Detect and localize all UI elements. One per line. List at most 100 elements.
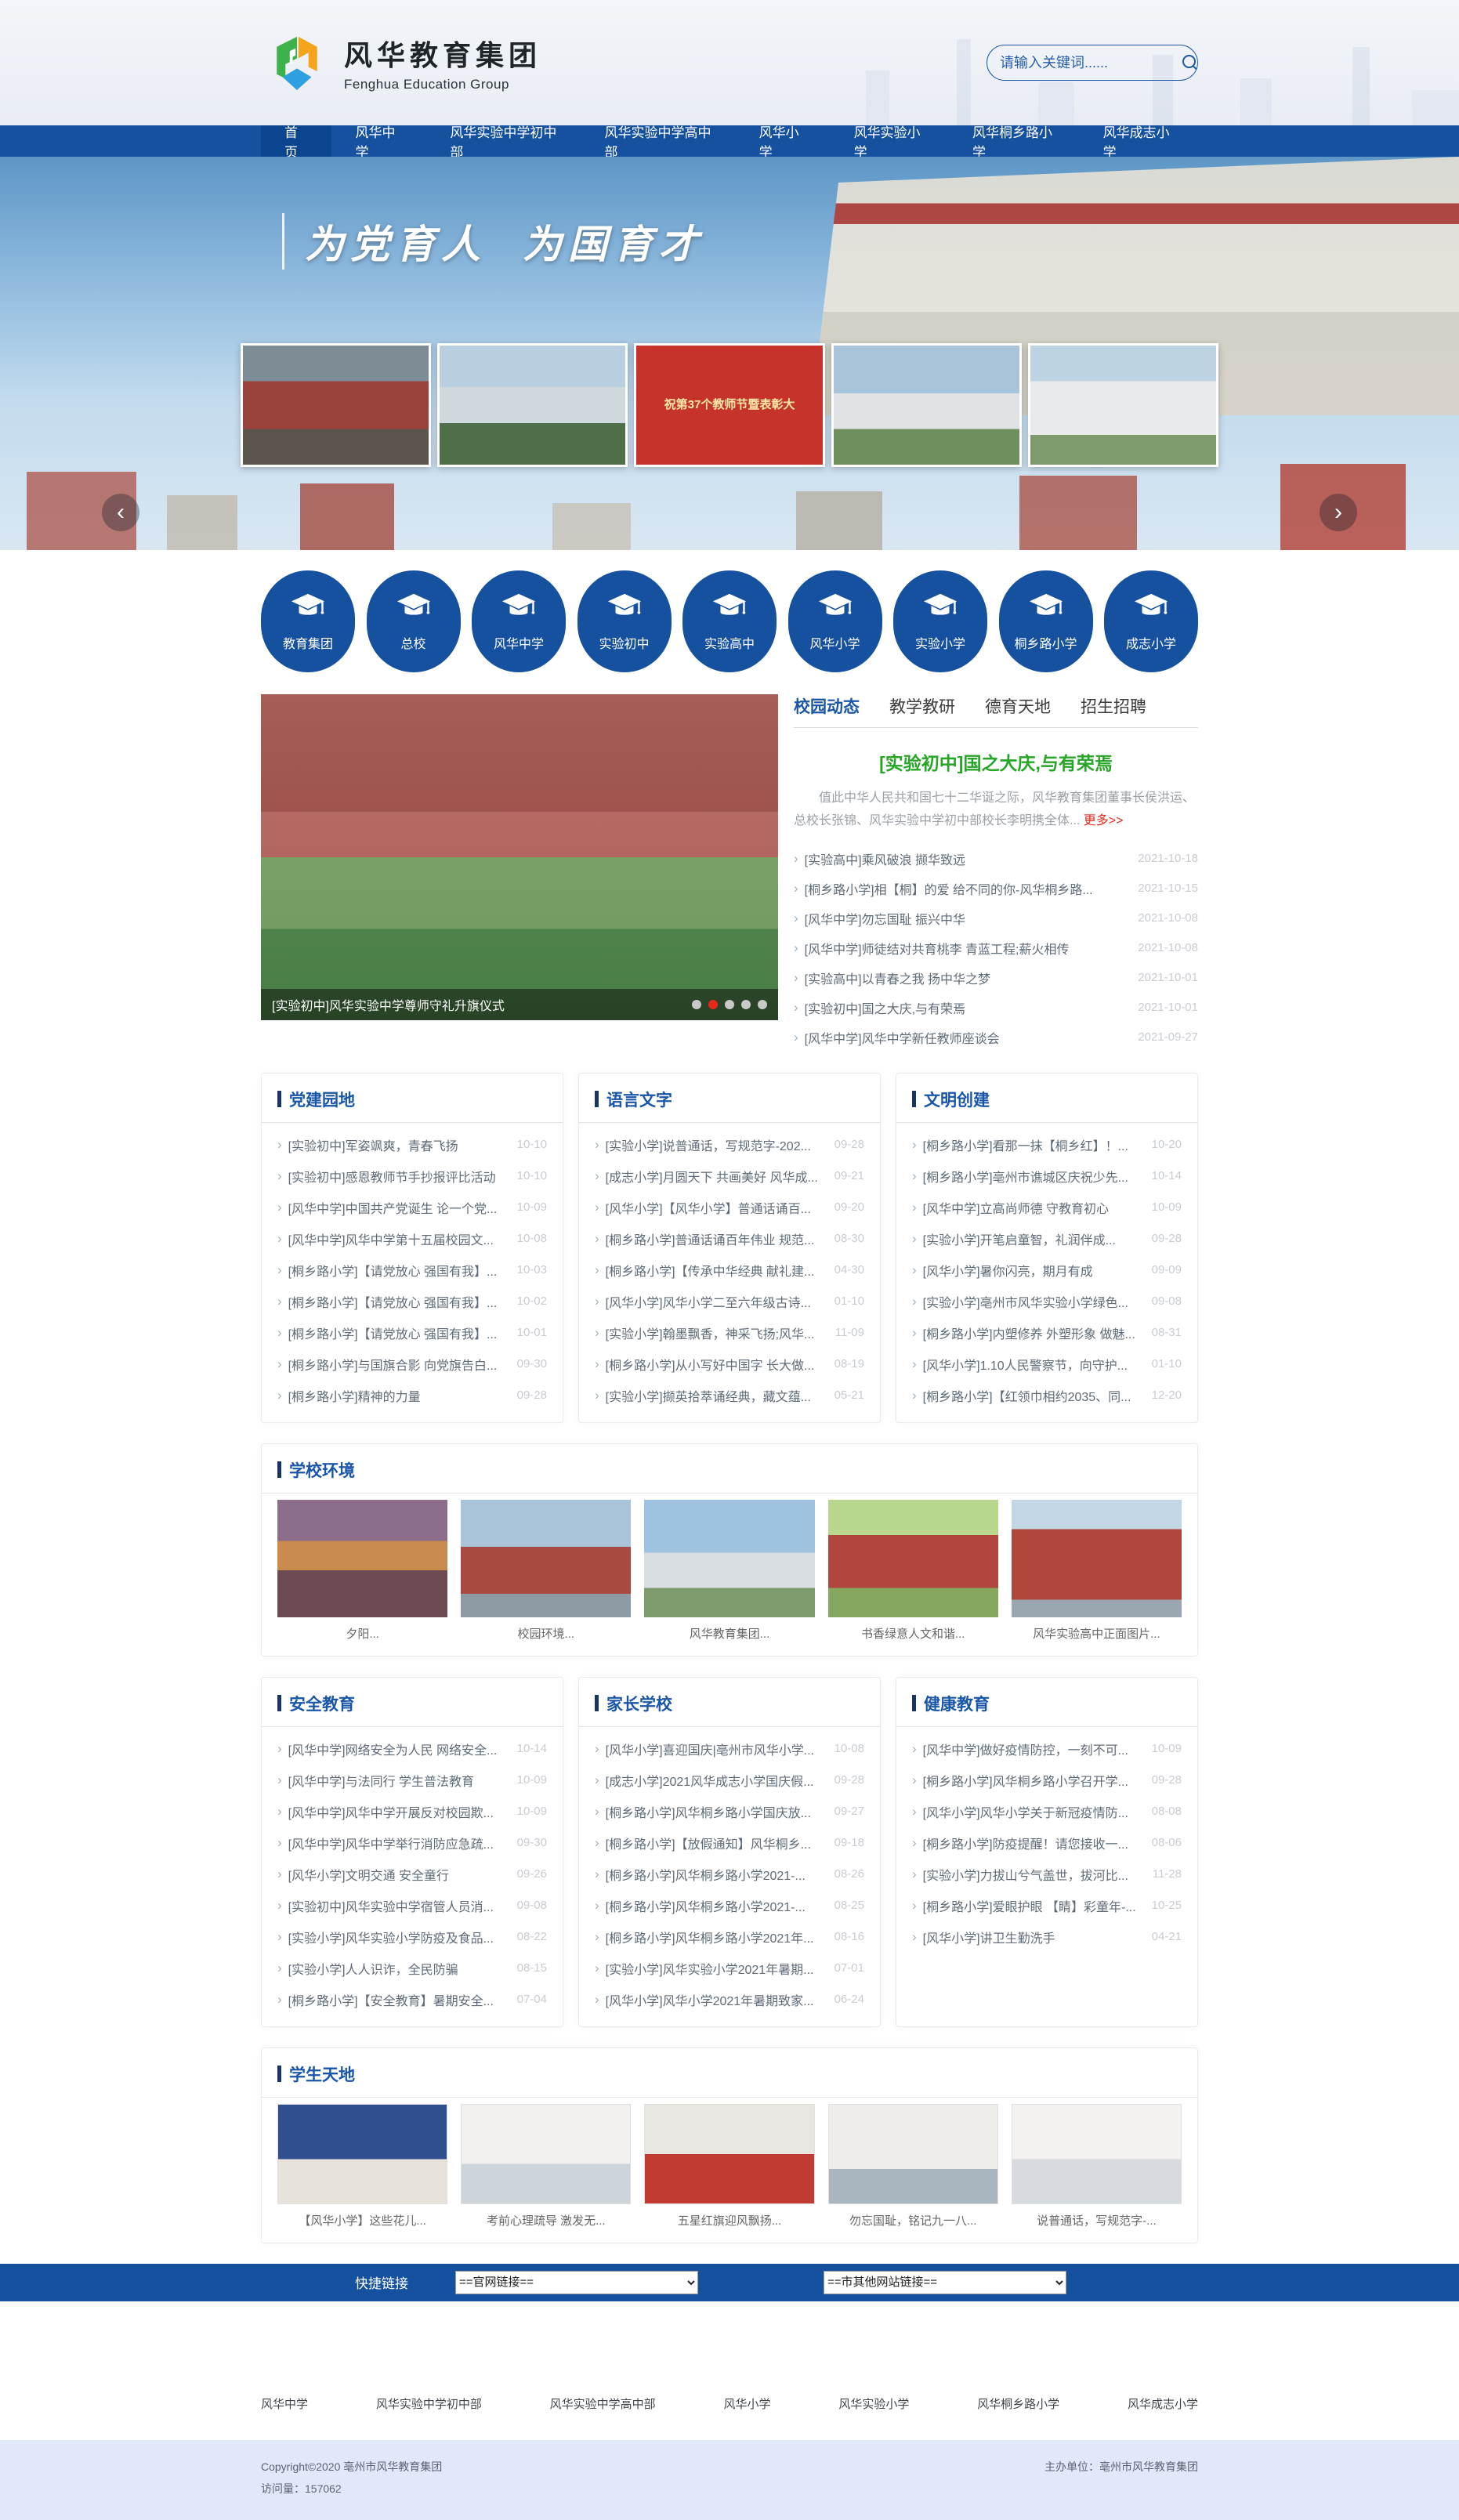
news-tab[interactable]: 校园动态 (794, 694, 860, 718)
school-circle-link[interactable]: 风华小学 (788, 570, 882, 672)
official-links-select[interactable]: ==官网链接== (455, 2271, 698, 2294)
board-list-item[interactable]: › [风华中学]风华中学举行消防应急疏... 09-30 (277, 1827, 547, 1859)
board-list-item[interactable]: › [实验小学]亳州市风华实验小学绿色... 09-08 (912, 1286, 1182, 1317)
board-list-item[interactable]: › [桐乡路小学]普通话诵百年伟业 规范... 08-30 (595, 1223, 864, 1255)
board-list-item[interactable]: › [桐乡路小学]风华桐乡路小学召开学... 09-28 (912, 1765, 1182, 1796)
board-list-item[interactable]: › [风华中学]风华中学第十五届校园文... 10-08 (277, 1223, 547, 1255)
student-photo-item[interactable]: 勿忘国耻，铭记九一八... (828, 2104, 998, 2229)
nav-item[interactable]: 风华实验小学 (831, 125, 949, 157)
news-list-item[interactable]: › [风华中学]勿忘国耻 振兴中华 2021-10-08 (794, 903, 1198, 933)
board-list-item[interactable]: › [实验小学]开笔启童智，礼润伴成... 09-28 (912, 1223, 1182, 1255)
board-list-item[interactable]: › [风华中学]中国共产党诞生 论一个党... 10-09 (277, 1192, 547, 1223)
school-circle-link[interactable]: 实验小学 (893, 570, 987, 672)
news-list-item[interactable]: › [实验高中]乘风破浪 撷华致远 2021-10-18 (794, 844, 1198, 874)
board-list-item[interactable]: › [桐乡路小学]与国旗合影 向党旗告白... 09-30 (277, 1349, 547, 1380)
board-list-item[interactable]: › [风华中学]网络安全为人民 网络安全... 10-14 (277, 1733, 547, 1765)
footer-school-link[interactable]: 风华桐乡路小学 (977, 2395, 1059, 2412)
board-list-item[interactable]: › [桐乡路小学]【请党放心 强国有我】... 10-03 (277, 1255, 547, 1286)
board-list-item[interactable]: › [桐乡路小学]风华桐乡路小学国庆放... 09-27 (595, 1796, 864, 1827)
footer-school-link[interactable]: 风华成志小学 (1128, 2395, 1198, 2412)
board-list-item[interactable]: › [成志小学]2021风华成志小学国庆假... 09-28 (595, 1765, 864, 1796)
school-circle-link[interactable]: 桐乡路小学 (999, 570, 1093, 672)
carousel-dot[interactable] (758, 1000, 767, 1009)
board-list-item[interactable]: › [桐乡路小学]风华桐乡路小学2021-... 08-26 (595, 1859, 864, 1890)
board-list-item[interactable]: › [实验小学]力拔山兮气盖世，拔河比... 11-28 (912, 1859, 1182, 1890)
carousel-thumbnail[interactable] (831, 343, 1022, 467)
board-list-item[interactable]: › [风华中学]与法同行 学生普法教育 10-09 (277, 1765, 547, 1796)
news-tab[interactable]: 招生招聘 (1081, 694, 1146, 718)
footer-school-link[interactable]: 风华实验小学 (838, 2395, 909, 2412)
board-list-item[interactable]: › [实验小学]人人识诈，全民防骗 08-15 (277, 1953, 547, 1984)
board-list-item[interactable]: › [桐乡路小学]爱眼护眼 【睛】彩童年-... 10-25 (912, 1890, 1182, 1921)
board-list-item[interactable]: › [桐乡路小学]【传承中华经典 献礼建... 04-30 (595, 1255, 864, 1286)
school-circle-link[interactable]: 实验高中 (682, 570, 777, 672)
board-list-item[interactable]: › [实验小学]风华实验小学2021年暑期... 07-01 (595, 1953, 864, 1984)
carousel-dot-active[interactable] (708, 1000, 718, 1009)
news-tab[interactable]: 德育天地 (985, 694, 1051, 718)
news-photo-carousel[interactable]: [实验初中]风华实验中学尊师守礼升旗仪式 (261, 694, 778, 1020)
board-list-item[interactable]: › [风华小学]讲卫生勤洗手 04-21 (912, 1921, 1182, 1953)
nav-item[interactable]: 风华成志小学 (1080, 125, 1198, 157)
student-photo-item[interactable]: 说普通话，写规范字-... (1012, 2104, 1182, 2229)
nav-item[interactable]: 风华中学 (331, 125, 426, 157)
student-photo-item[interactable]: 五星红旗迎风飘扬... (644, 2104, 814, 2229)
board-list-item[interactable]: › [桐乡路小学]【放假通知】风华桐乡... 09-18 (595, 1827, 864, 1859)
school-circle-link[interactable]: 教育集团 (261, 570, 355, 672)
carousel-prev-arrow-icon[interactable]: ‹ (102, 494, 139, 531)
board-list-item[interactable]: › [桐乡路小学]【请党放心 强国有我】... 10-01 (277, 1317, 547, 1349)
board-list-item[interactable]: › [风华中学]风华中学开展反对校园欺... 10-09 (277, 1796, 547, 1827)
environment-photo-item[interactable]: 风华实验高中正面图片... (1012, 1500, 1182, 1642)
board-list-item[interactable]: › [风华中学]做好疫情防控，一刻不可... 10-09 (912, 1733, 1182, 1765)
board-list-item[interactable]: › [桐乡路小学]【请党放心 强国有我】... 10-02 (277, 1286, 547, 1317)
board-list-item[interactable]: › [风华小学]文明交通 安全童行 09-26 (277, 1859, 547, 1890)
board-list-item[interactable]: › [桐乡路小学]风华桐乡路小学2021-... 08-25 (595, 1890, 864, 1921)
search-icon[interactable] (1182, 54, 1185, 71)
board-list-item[interactable]: › [风华中学]立高尚师德 守教育初心 10-09 (912, 1192, 1182, 1223)
environment-photo-item[interactable]: 风华教育集团... (644, 1500, 814, 1642)
footer-school-link[interactable]: 风华小学 (723, 2395, 770, 2412)
footer-school-link[interactable]: 风华实验中学初中部 (376, 2395, 482, 2412)
news-list-item[interactable]: › [风华中学]师徒结对共育桃李 青蓝工程;薪火相传 2021-10-08 (794, 933, 1198, 963)
board-list-item[interactable]: › [实验小学]说普通话，写规范字-202... 09-28 (595, 1129, 864, 1160)
news-tab[interactable]: 教学教研 (889, 694, 955, 718)
news-list-item[interactable]: › [实验高中]以青春之我 扬中华之梦 2021-10-01 (794, 963, 1198, 993)
site-logo[interactable]: 风华教育集团 Fenghua Education Group (261, 27, 541, 99)
board-list-item[interactable]: › [实验小学]翰墨飘香，神采飞扬;风华... 11-09 (595, 1317, 864, 1349)
board-list-item[interactable]: › [桐乡路小学]防疫提醒！请您接收一... 08-06 (912, 1827, 1182, 1859)
nav-item[interactable]: 风华小学 (736, 125, 831, 157)
board-list-item[interactable]: › [实验小学]撷英拾萃诵经典，藏文蕴... 05-21 (595, 1380, 864, 1411)
board-list-item[interactable]: › [桐乡路小学]从小写好中国字 长大做... 08-19 (595, 1349, 864, 1380)
carousel-dot[interactable] (725, 1000, 734, 1009)
board-list-item[interactable]: › [风华小学]喜迎国庆|亳州市风华小学... 10-08 (595, 1733, 864, 1765)
search-input[interactable] (1000, 55, 1182, 71)
carousel-thumbnail[interactable]: 祝第37个教师节暨表彰大 (634, 343, 824, 467)
carousel-thumbnail[interactable] (241, 343, 431, 467)
news-list-item[interactable]: › [风华中学]风华中学新任教师座谈会 2021-09-27 (794, 1023, 1198, 1052)
board-list-item[interactable]: › [实验初中]军姿飒爽，青春飞扬 10-10 (277, 1129, 547, 1160)
news-list-item[interactable]: › [桐乡路小学]相【桐】的爱 给不同的你-风华桐乡路... 2021-10-1… (794, 874, 1198, 903)
carousel-thumbnail[interactable] (437, 343, 628, 467)
school-circle-link[interactable]: 风华中学 (472, 570, 566, 672)
board-list-item[interactable]: › [实验初中]感恩教师节手抄报评比活动 10-10 (277, 1160, 547, 1192)
carousel-thumbnail[interactable] (1028, 343, 1218, 467)
board-list-item[interactable]: › [桐乡路小学]【红领巾相约2035、同... 12-20 (912, 1380, 1182, 1411)
school-circle-link[interactable]: 成志小学 (1104, 570, 1198, 672)
carousel-dot[interactable] (741, 1000, 751, 1009)
footer-school-link[interactable]: 风华实验中学高中部 (550, 2395, 656, 2412)
more-link[interactable]: 更多>> (1084, 814, 1124, 827)
school-circle-link[interactable]: 实验初中 (577, 570, 672, 672)
footer-school-link[interactable]: 风华中学 (261, 2395, 308, 2412)
featured-news-title[interactable]: [实验初中]国之大庆,与有荣焉 (794, 748, 1198, 775)
student-photo-item[interactable]: 【风华小学】这些花儿... (277, 2104, 447, 2229)
board-list-item[interactable]: › [桐乡路小学]亳州市谯城区庆祝少先... 10-14 (912, 1160, 1182, 1192)
environment-photo-item[interactable]: 书香绿意人文和谐... (828, 1500, 998, 1642)
board-list-item[interactable]: › [桐乡路小学]看那一抹【桐乡红】！... 10-20 (912, 1129, 1182, 1160)
board-list-item[interactable]: › [风华小学]风华小学关于新冠疫情防... 08-08 (912, 1796, 1182, 1827)
nav-item[interactable]: 风华实验中学初中部 (426, 125, 581, 157)
student-photo-item[interactable]: 考前心理疏导 激发无... (461, 2104, 631, 2229)
carousel-dot[interactable] (692, 1000, 701, 1009)
board-list-item[interactable]: › [桐乡路小学]内塑修养 外塑形象 做魅... 08-31 (912, 1317, 1182, 1349)
school-circle-link[interactable]: 总校 (367, 570, 461, 672)
carousel-next-arrow-icon[interactable]: › (1320, 494, 1357, 531)
nav-item[interactable]: 首页 (261, 125, 331, 157)
